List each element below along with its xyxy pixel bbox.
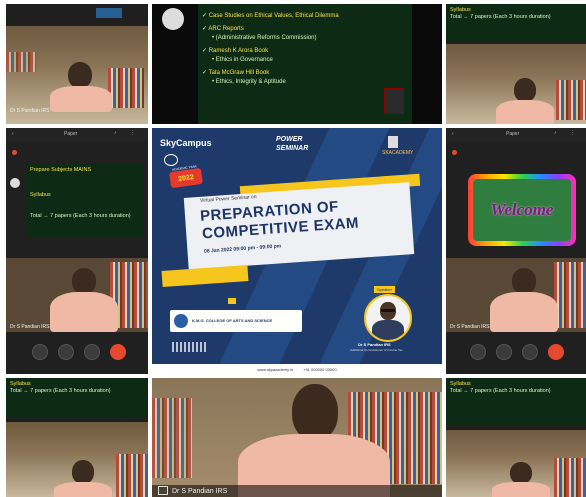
recording-icon bbox=[452, 150, 457, 155]
share-icon bbox=[96, 8, 122, 18]
seminar-logo: SEMINAR bbox=[276, 145, 309, 152]
camera-button[interactable] bbox=[496, 344, 512, 360]
power-logo: POWER bbox=[276, 136, 303, 143]
notes-line: Total → 7 papers (Each 3 hours duration) bbox=[450, 14, 551, 20]
academy-logo: SKACADEMY bbox=[382, 150, 414, 156]
partner-tag bbox=[228, 298, 236, 304]
end-call-button[interactable] bbox=[110, 344, 126, 360]
poster-footer: www.skyacademy.in +91 000000 00000 bbox=[152, 364, 442, 374]
slide-item: ✓ ARC Reports bbox=[202, 26, 244, 32]
header-label: Paper bbox=[506, 131, 520, 137]
notes-line: Total → 7 papers (Each 3 hours duration) bbox=[450, 388, 551, 394]
speaker-name: Dr S Pandian IRS bbox=[358, 342, 391, 347]
mobile-meeting-right[interactable]: ‹ Paper ♪ ⋮ Dr S Pandian IRS bbox=[446, 128, 586, 374]
notes-title: Syllabus bbox=[450, 7, 471, 13]
welcome-banner: Welcome bbox=[468, 174, 576, 246]
college-logo-icon bbox=[174, 314, 188, 328]
video-tile-1[interactable]: Dr S Pandian IRS bbox=[6, 4, 148, 124]
building-icon bbox=[388, 136, 398, 148]
participant-name-label: Dr S Pandian IRS bbox=[172, 488, 228, 495]
more-icon[interactable]: ⋮ bbox=[130, 130, 135, 136]
camera-button[interactable] bbox=[58, 344, 74, 360]
video-tile-3[interactable]: Syllabus Total → 7 papers (Each 3 hours … bbox=[446, 4, 586, 124]
slide-item: ✓ Case Studies on Ethical Values, Ethica… bbox=[202, 13, 339, 19]
book-cover-image bbox=[384, 88, 404, 114]
notes-title: Syllabus bbox=[450, 381, 471, 387]
skycampus-logo: SkyCampus bbox=[160, 138, 212, 148]
avatar bbox=[10, 178, 20, 188]
participant-name-label: Dr S Pandian IRS bbox=[10, 108, 50, 114]
mic-icon[interactable]: ♪ bbox=[554, 130, 557, 136]
dot-pattern bbox=[172, 342, 208, 352]
speaker-tag: Speaker bbox=[374, 286, 395, 293]
header-label: Paper bbox=[64, 131, 78, 137]
slide-item: • Ethics, Integrity & Aptitude bbox=[212, 79, 286, 85]
more-icon[interactable]: ⋮ bbox=[570, 130, 575, 136]
screen-icon bbox=[158, 486, 168, 495]
mobile-meeting-left[interactable]: ‹ Paper ♪ ⋮ Prepare Subjects MAINS Sylla… bbox=[6, 128, 148, 374]
slide-item: • Ethics in Governance bbox=[212, 57, 273, 63]
more-options-button[interactable] bbox=[522, 344, 538, 360]
slide-item: ✓ Ramesh K Arora Book bbox=[202, 48, 269, 54]
notes-line: Total → 7 papers (Each 3 hours duration) bbox=[30, 213, 131, 219]
more-options-button[interactable] bbox=[84, 344, 100, 360]
notes-title: Syllabus bbox=[10, 381, 31, 387]
end-call-button[interactable] bbox=[548, 344, 564, 360]
back-icon[interactable]: ‹ bbox=[452, 131, 454, 137]
mute-button[interactable] bbox=[470, 344, 486, 360]
notes-heading: Prepare Subjects MAINS bbox=[30, 167, 92, 173]
notes-title: Syllabus bbox=[30, 192, 51, 198]
video-tile-9[interactable]: Syllabus Total → 7 papers (Each 3 hours … bbox=[446, 378, 586, 497]
notes-line: Total → 7 papers (Each 3 hours duration) bbox=[10, 388, 111, 394]
slide-item: • (Administrative Reforms Commission) bbox=[212, 35, 317, 41]
speaker-role: Additional Commissioner of Income Tax bbox=[350, 348, 403, 352]
back-icon[interactable]: ‹ bbox=[12, 131, 14, 137]
mic-icon[interactable]: ♪ bbox=[114, 130, 117, 136]
screen-share-slide: ✓ Case Studies on Ethical Values, Ethica… bbox=[152, 4, 442, 124]
speaker-photo bbox=[364, 294, 412, 342]
cloud-icon bbox=[164, 154, 178, 166]
participant-name-label: Dr S Pandian IRS bbox=[450, 324, 490, 330]
slide-item: ✓ Tata McGraw Hill Book bbox=[202, 70, 270, 76]
presenter-avatar-icon bbox=[162, 8, 184, 30]
seminar-poster: SkyCampus POWER SEMINAR SKACADEMY 2022 A… bbox=[152, 128, 442, 374]
college-box: K.M.G. COLLEGE OF ARTS AND SCIENCE bbox=[170, 310, 302, 332]
recording-icon bbox=[12, 150, 17, 155]
main-speaker-video[interactable]: Dr S Pandian IRS bbox=[152, 378, 442, 497]
video-tile-7[interactable]: Syllabus Total → 7 papers (Each 3 hours … bbox=[6, 378, 148, 497]
welcome-text: Welcome bbox=[490, 200, 554, 219]
mute-button[interactable] bbox=[32, 344, 48, 360]
participant-name-label: Dr S Pandian IRS bbox=[10, 324, 50, 330]
